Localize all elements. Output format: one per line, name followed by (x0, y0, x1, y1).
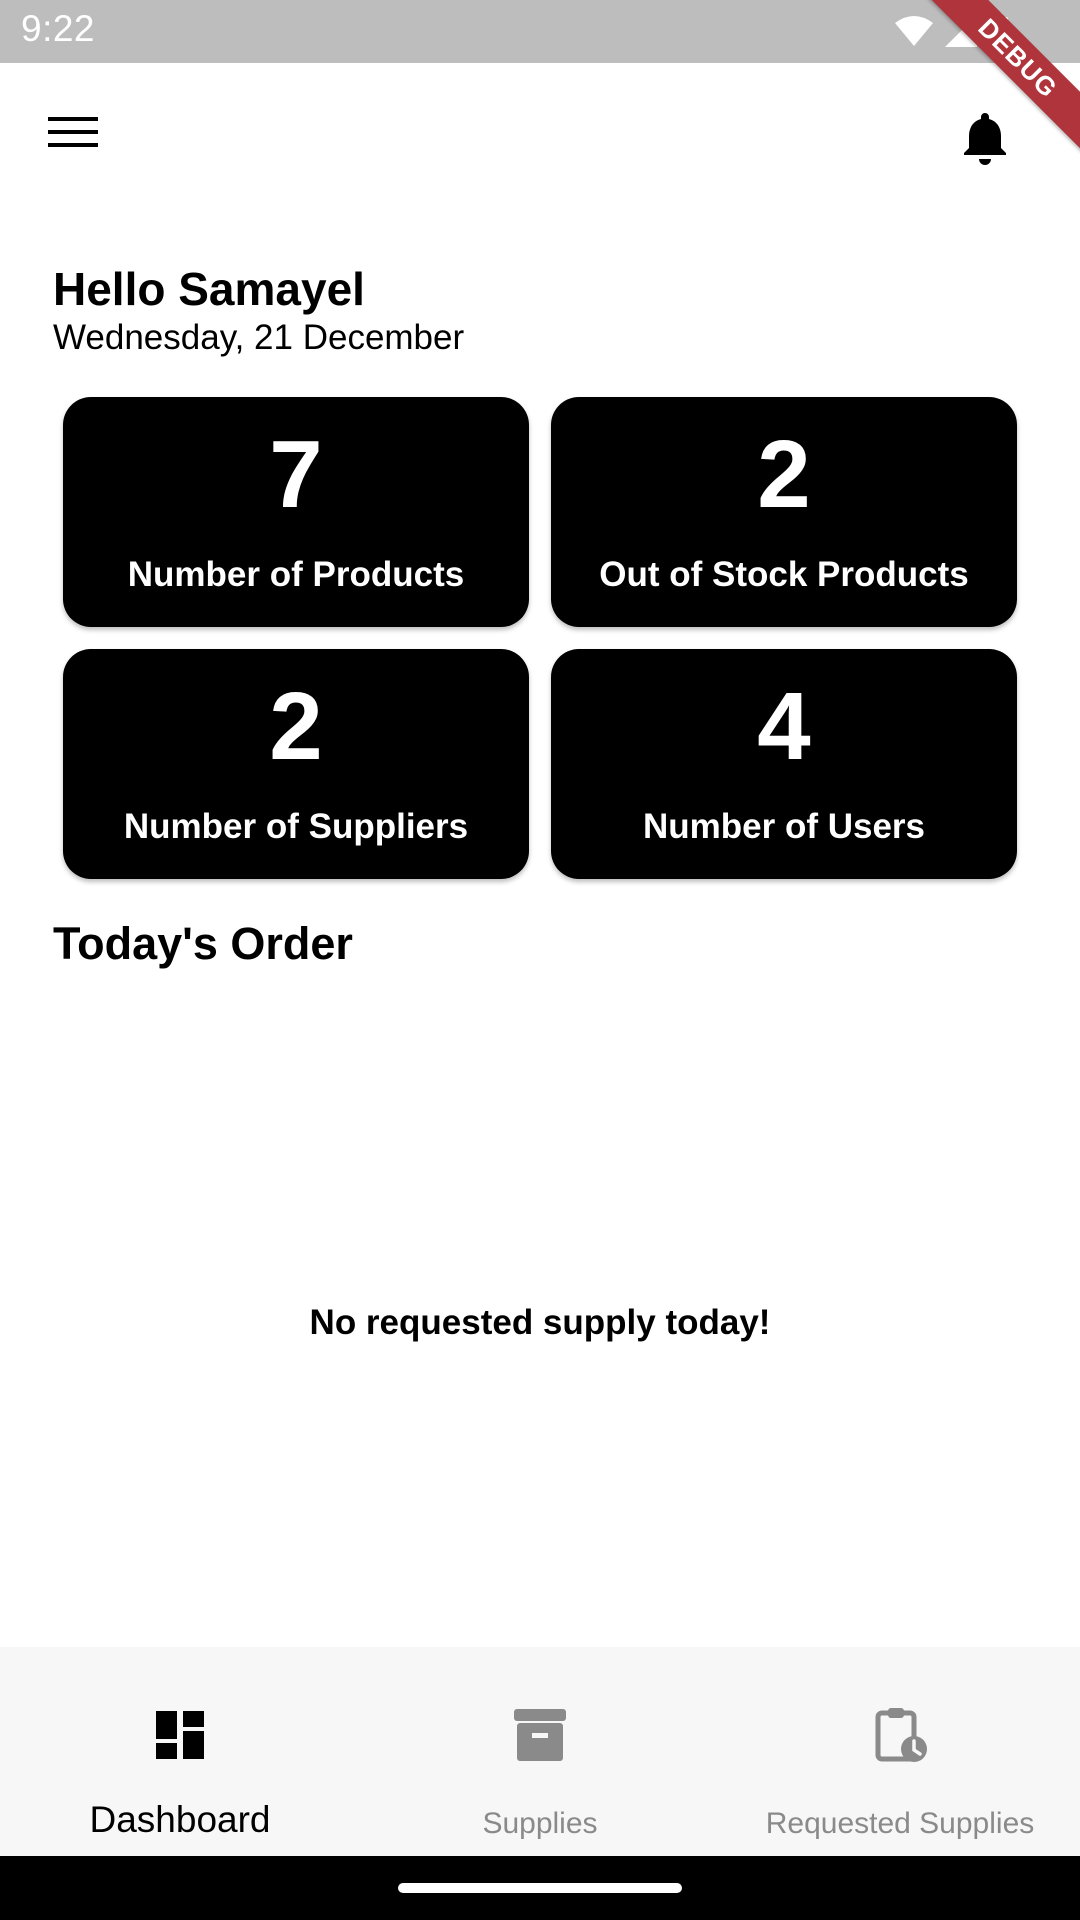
status-bar: 9:22 (0, 0, 1080, 63)
greeting-title: Hello Samayel (53, 263, 365, 315)
stat-label: Number of Suppliers (123, 807, 469, 846)
dashboard-icon (156, 1711, 204, 1759)
app-bar (0, 63, 1080, 208)
stat-value: 7 (269, 421, 323, 528)
status-time: 9:22 (21, 8, 96, 49)
nav-item-requested-supplies[interactable]: Requested Supplies (720, 1647, 1080, 1856)
nav-item-dashboard[interactable]: Dashboard (0, 1647, 360, 1856)
nav-label: Supplies (482, 1807, 598, 1840)
stat-card-products[interactable]: 7 Number of Products (63, 397, 529, 627)
stat-label: Number of Products (127, 555, 465, 594)
archive-icon (514, 1709, 566, 1761)
clipboard-clock-icon (875, 1708, 927, 1762)
todays-order-title: Today's Order (53, 918, 353, 969)
battery-icon (988, 13, 1008, 49)
menu-button[interactable] (40, 108, 106, 158)
nav-label: Dashboard (89, 1799, 271, 1840)
nav-label: Requested Supplies (765, 1807, 1035, 1840)
stat-card-out-of-stock[interactable]: 2 Out of Stock Products (551, 397, 1017, 627)
home-gesture-handle[interactable] (398, 1883, 682, 1893)
bell-icon (964, 113, 1006, 165)
stat-card-users[interactable]: 4 Number of Users (551, 649, 1017, 879)
greeting-date: Wednesday, 21 December (53, 318, 465, 357)
stat-label: Number of Users (642, 807, 926, 846)
stat-value: 4 (757, 673, 811, 780)
status-icons (894, 13, 1008, 49)
stat-label: Out of Stock Products (599, 555, 969, 594)
stat-value: 2 (757, 421, 811, 528)
stat-card-suppliers[interactable]: 2 Number of Suppliers (63, 649, 529, 879)
stat-value: 2 (269, 673, 323, 780)
menu-icon (48, 117, 98, 147)
nav-item-supplies[interactable]: Supplies (360, 1647, 720, 1856)
system-gesture-bar (0, 1856, 1080, 1920)
wifi-icon (895, 16, 933, 46)
signal-icon (945, 15, 977, 47)
notifications-button[interactable] (955, 107, 1015, 167)
empty-orders-message: No requested supply today! (309, 1303, 771, 1342)
bottom-navigation: Dashboard Supplies Requested Supplies (0, 1647, 1080, 1856)
stats-grid: 7 Number of Products 2 Out of Stock Prod… (63, 397, 1017, 879)
